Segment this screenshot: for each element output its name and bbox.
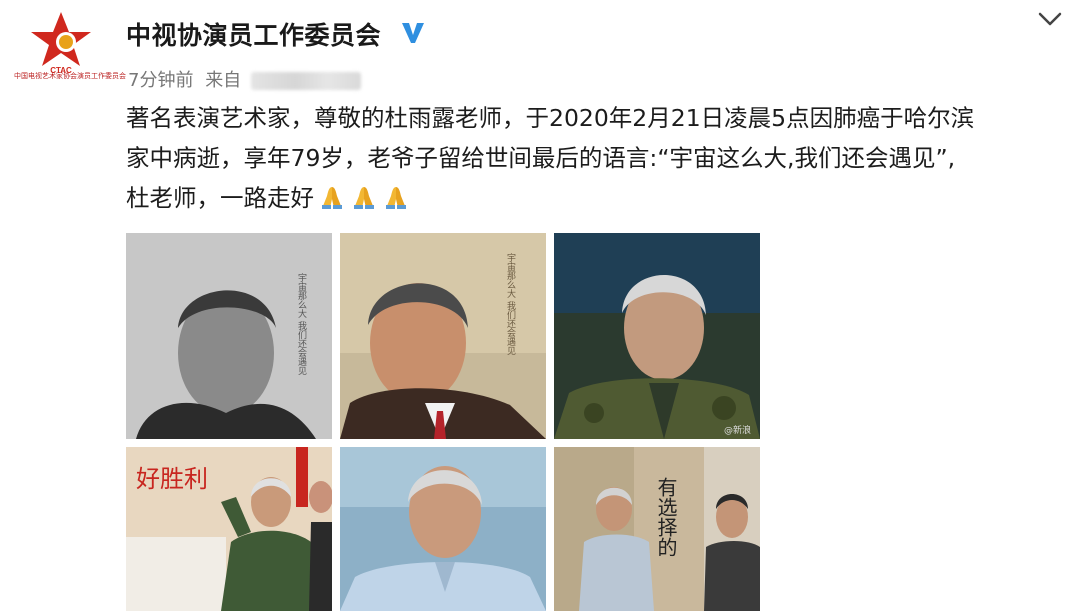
praying-hands-icon <box>350 182 378 209</box>
photo-smiling-portrait[interactable] <box>340 447 546 611</box>
photo-bw-portrait[interactable]: 宇宙那么大 我们还会遇见 <box>126 233 332 439</box>
post-time[interactable]: 7分钟前 <box>128 70 193 91</box>
photo-military-uniform[interactable]: @新浪 <box>554 233 760 439</box>
verified-badge-icon <box>402 23 424 43</box>
photo-suit-portrait[interactable]: 宇宙那么大 我们还会遇见 <box>340 233 546 439</box>
photo-overlay-text: 宇宙那么大 我们还会遇见 <box>505 252 516 356</box>
post-line: 著名表演艺术家，尊敬的杜雨露老师，于2020年2月21日凌晨5点因肺癌于哈尔滨 <box>126 104 975 132</box>
photo-overlay-text: 宇宙那么大 我们还会遇见 <box>296 272 307 376</box>
photo-overlay-text: 有选择的 <box>654 477 678 557</box>
post-text: 著名表演艺术家，尊敬的杜雨露老师，于2020年2月21日凌晨5点因肺癌于哈尔滨 … <box>126 98 1046 218</box>
photo-salute[interactable]: 好胜利 <box>126 447 332 611</box>
photo-overlay-text: 好胜利 <box>136 465 208 493</box>
praying-hands-icon <box>382 182 410 209</box>
chevron-down-icon[interactable] <box>1036 8 1064 30</box>
post-line-text: 杜老师，一路走好 <box>126 184 314 212</box>
post-meta: 7分钟前 来自 <box>128 66 361 92</box>
post-line: 杜老师，一路走好 <box>126 178 1046 218</box>
logo-caption: 中国电视艺术家协会演员工作委员会 <box>14 72 126 80</box>
photo-overlay-text: @新浪 <box>724 424 751 436</box>
post-source-prefix: 来自 <box>205 70 242 91</box>
post-line: 家中病逝，享年79岁，老爷子留给世间最后的语言:“宇宙这么大,我们还会遇见”, <box>126 144 956 172</box>
ctac-logo-icon: CTAC <box>31 12 91 75</box>
photo-drama-still[interactable]: 有选择的 <box>554 447 760 611</box>
account-name[interactable]: 中视协演员工作委员会 <box>126 16 381 52</box>
post-source-blurred <box>250 72 361 90</box>
praying-hands-icon <box>318 182 346 209</box>
account-avatar[interactable]: CTAC 中国电视艺术家协会演员工作委员会 <box>14 10 126 96</box>
